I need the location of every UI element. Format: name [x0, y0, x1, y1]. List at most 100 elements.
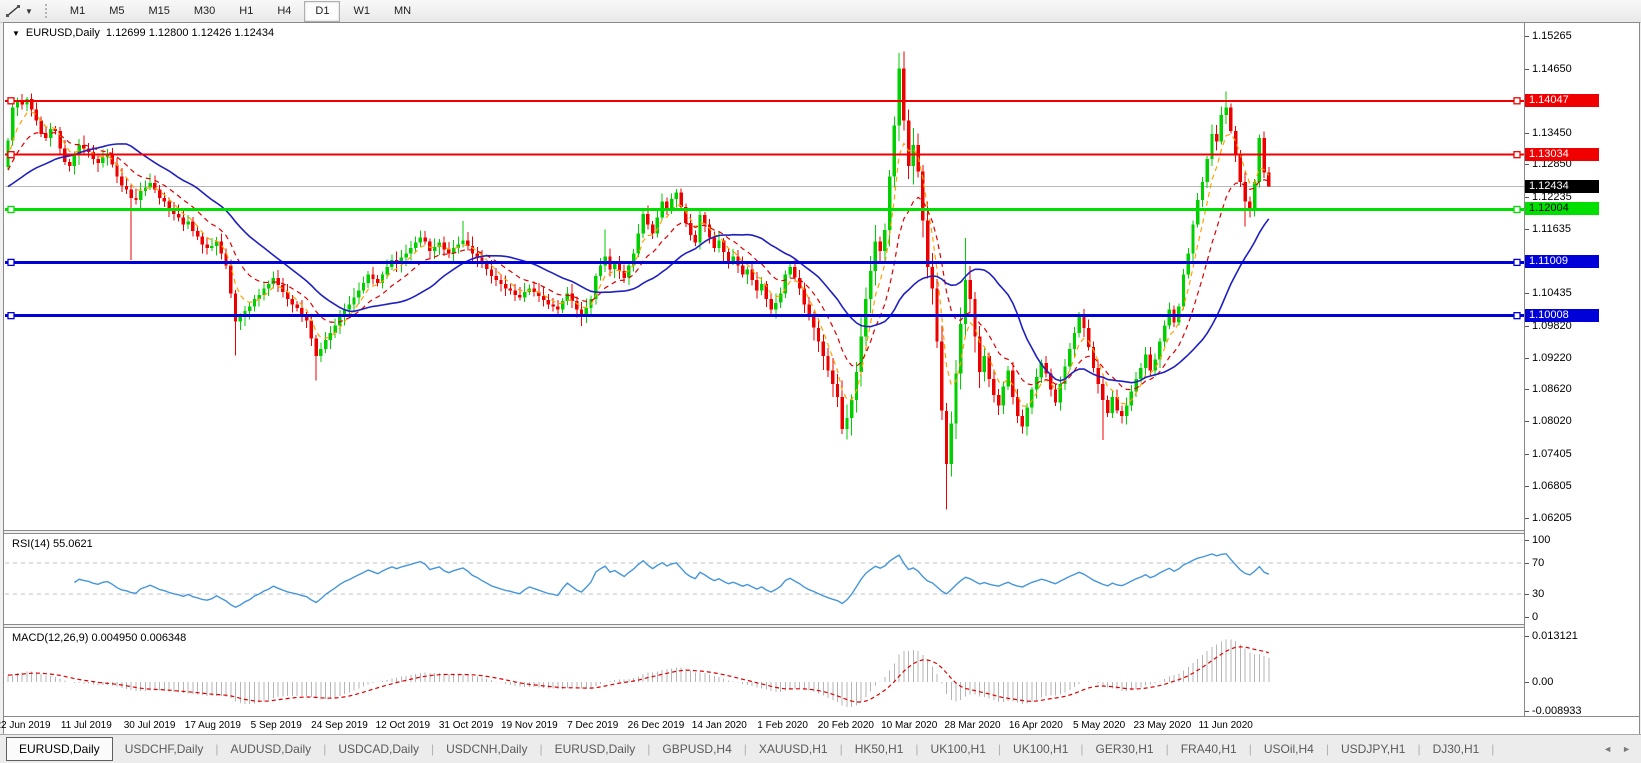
timeframe-button-h1[interactable]: H1: [228, 1, 264, 22]
timeframe-button-w1[interactable]: W1: [342, 1, 381, 22]
chart-tab-uk100-h1[interactable]: UK100,H1: [1001, 738, 1080, 760]
chart-tab-usdcad-daily[interactable]: USDCAD,Daily: [326, 738, 431, 760]
axis-tick: [1525, 594, 1529, 595]
date-axis-label: 20 Feb 2020: [818, 720, 874, 731]
rsi-indicator-label: RSI(14) 55.0621: [12, 538, 93, 550]
date-axis-label: 14 Jan 2020: [692, 720, 747, 731]
macd-indicator-label: MACD(12,26,9) 0.004950 0.006348: [12, 632, 186, 644]
chart-tab-hk50-h1[interactable]: HK50,H1: [843, 738, 916, 760]
price-axis-line: [1524, 23, 1525, 717]
timeframe-button-m1[interactable]: M1: [59, 1, 96, 22]
date-axis-label: 1 Feb 2020: [757, 720, 808, 731]
timeframe-button-m15[interactable]: M15: [137, 1, 180, 22]
date-axis-label: 5 May 2020: [1073, 720, 1125, 731]
timeframe-button-m5[interactable]: M5: [98, 1, 135, 22]
timeframe-button-m30[interactable]: M30: [183, 1, 226, 22]
price-axis-tick-label: 1.07405: [1532, 448, 1572, 460]
price-level-tag: 1.10008: [1525, 309, 1599, 322]
tab-separator: |: [1491, 742, 1494, 756]
price-axis-tick-label: 1.13450: [1532, 127, 1572, 139]
axis-tick: [1525, 293, 1529, 294]
chart-context-arrow-icon[interactable]: ▼: [12, 29, 20, 38]
chart-tab-usdjpy-h1[interactable]: USDJPY,H1: [1329, 738, 1417, 760]
chart-tab-ger30-h1[interactable]: GER30,H1: [1084, 738, 1166, 760]
chart-tabs: EURUSD,DailyUSDCHF,Daily|AUDUSD,Daily|US…: [0, 737, 1494, 761]
price-axis-tick-label: 1.08620: [1532, 383, 1572, 395]
date-axis-label: 30 Jul 2019: [124, 720, 176, 731]
timeframe-button-d1[interactable]: D1: [304, 1, 340, 22]
macd-axis-label: 0.00: [1532, 676, 1553, 688]
chart-title: ▼ EURUSD,Daily 1.12699 1.12800 1.12426 1…: [12, 27, 274, 39]
axis-tick: [1525, 358, 1529, 359]
axis-tick: [1525, 540, 1529, 541]
toolbar-grip-handle[interactable]: [45, 4, 52, 18]
price-level-tag: 1.12434: [1525, 180, 1599, 193]
chart-tab-eurusd-daily[interactable]: EURUSD,Daily: [6, 737, 113, 761]
axis-tick: [1525, 326, 1529, 327]
axis-tick: [1525, 563, 1529, 564]
tab-scroll-left-icon[interactable]: ◄: [1603, 744, 1612, 754]
chart-tab-usdchf-daily[interactable]: USDCHF,Daily: [113, 738, 216, 760]
price-axis-tick-label: 1.14650: [1532, 63, 1572, 75]
rsi-axis-label: 100: [1532, 534, 1550, 546]
axis-tick: [1525, 36, 1529, 37]
chart-tab-gbpusd-h4[interactable]: GBPUSD,H4: [650, 738, 743, 760]
price-axis-tick-label: 1.08020: [1532, 415, 1572, 427]
tab-scroll-right-icon[interactable]: ►: [1622, 744, 1631, 754]
rsi-axis-label: 30: [1532, 588, 1544, 600]
price-level-tag: 1.12004: [1525, 202, 1599, 215]
timeframe-button-mn[interactable]: MN: [383, 1, 422, 22]
axis-tick: [1525, 486, 1529, 487]
macd-axis-label: 0.013121: [1532, 630, 1578, 642]
chart-symbol-label: EURUSD,Daily: [26, 27, 100, 39]
date-axis-label: 28 Mar 2020: [944, 720, 1000, 731]
date-axis-label: 31 Oct 2019: [439, 720, 493, 731]
drawing-tool-group[interactable]: ▼: [0, 0, 39, 22]
axis-tick: [1525, 636, 1529, 637]
chart-ohlc-values: 1.12699 1.12800 1.12426 1.12434: [106, 27, 274, 39]
axis-tick: [1525, 197, 1529, 198]
tab-scroll-arrows: ◄ ►: [1603, 744, 1631, 754]
timeframe-button-h4[interactable]: H4: [266, 1, 302, 22]
price-axis-tick-label: 1.15265: [1532, 30, 1572, 42]
price-axis-tick-label: 1.06205: [1532, 512, 1572, 524]
price-axis-tick-label: 1.10435: [1532, 287, 1572, 299]
timeframe-button-group: M1M5M15M30H1H4D1W1MN: [58, 1, 423, 22]
chart-tab-usdcnh-daily[interactable]: USDCNH,Daily: [434, 738, 539, 760]
axis-tick: [1525, 682, 1529, 683]
date-axis-label: 24 Sep 2019: [311, 720, 368, 731]
chevron-down-icon: ▼: [25, 7, 33, 16]
axis-tick: [1525, 617, 1529, 618]
date-axis-label: 23 May 2020: [1133, 720, 1191, 731]
date-axis-label: 11 Jun 2020: [1199, 720, 1253, 731]
rsi-axis-label: 0: [1532, 611, 1538, 623]
chart-tab-usoil-h4[interactable]: USOil,H4: [1252, 738, 1326, 760]
chart-tab-fra40-h1[interactable]: FRA40,H1: [1169, 738, 1249, 760]
axis-tick: [1525, 389, 1529, 390]
price-level-tag: 1.13034: [1525, 148, 1599, 161]
chart-tab-eurusd-daily[interactable]: EURUSD,Daily: [543, 738, 648, 760]
rsi-axis-label: 70: [1532, 557, 1544, 569]
pane-splitter-rsi[interactable]: [4, 530, 1525, 534]
date-axis-label: 19 Nov 2019: [501, 720, 558, 731]
chart-tab-dj30-h1[interactable]: DJ30,H1: [1421, 738, 1492, 760]
top-toolbar: ▼ M1M5M15M30H1H4D1W1MN: [0, 0, 1641, 23]
date-axis-label: 26 Dec 2019: [628, 720, 685, 731]
axis-tick: [1525, 454, 1529, 455]
date-axis-label: 5 Sep 2019: [251, 720, 302, 731]
axis-tick: [1525, 711, 1529, 712]
chart-tab-xauusd-h1[interactable]: XAUUSD,H1: [747, 738, 840, 760]
date-axis-label: 17 Aug 2019: [185, 720, 241, 731]
axis-tick: [1525, 164, 1529, 165]
axis-tick: [1525, 69, 1529, 70]
chart-tab-audusd-daily[interactable]: AUDUSD,Daily: [219, 738, 324, 760]
chart-tab-bar: EURUSD,DailyUSDCHF,Daily|AUDUSD,Daily|US…: [0, 734, 1641, 763]
axis-tick: [1525, 518, 1529, 519]
trendline-tool-icon: [6, 4, 22, 18]
price-level-tag: 1.11009: [1525, 255, 1599, 268]
pane-splitter-macd[interactable]: [4, 624, 1525, 628]
date-axis-label: 12 Oct 2019: [376, 720, 430, 731]
chart-window: ▼ EURUSD,Daily 1.12699 1.12800 1.12426 1…: [3, 22, 1640, 735]
axis-tick: [1525, 229, 1529, 230]
chart-tab-uk100-h1[interactable]: UK100,H1: [919, 738, 998, 760]
